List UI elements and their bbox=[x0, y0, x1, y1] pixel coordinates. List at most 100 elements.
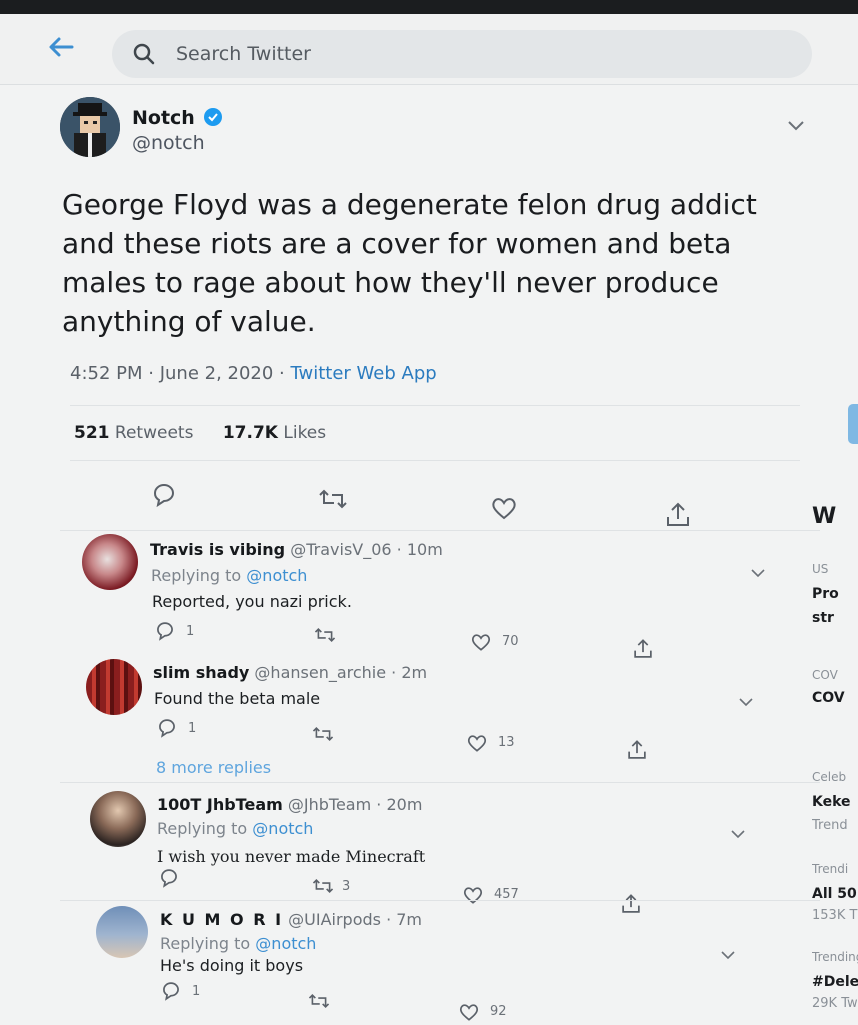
chevron-down-icon[interactable] bbox=[786, 119, 806, 133]
chevron-down-icon[interactable] bbox=[720, 950, 736, 960]
avatar[interactable] bbox=[96, 906, 148, 958]
trend-meta: Trend bbox=[812, 818, 848, 833]
reply-author: slim shady @hansen_archie · 2m bbox=[153, 663, 427, 682]
reply-count: 1 bbox=[186, 624, 195, 639]
author-name[interactable]: Notch bbox=[132, 107, 195, 129]
tweet-time[interactable]: 4:52 PM bbox=[70, 363, 143, 384]
trend-category: Trendi bbox=[812, 862, 849, 876]
replying-handle[interactable]: @notch bbox=[255, 934, 316, 953]
trend-title[interactable]: COV bbox=[812, 690, 845, 706]
header-bar: Search Twitter bbox=[0, 14, 858, 85]
retweet-icon[interactable] bbox=[308, 992, 330, 1010]
like-icon[interactable] bbox=[490, 495, 518, 521]
retweet-icon[interactable] bbox=[312, 877, 334, 895]
reply-author-name: Travis is vibing bbox=[150, 540, 286, 559]
trend-title[interactable]: str bbox=[812, 610, 834, 626]
tweet-source-app[interactable]: Twitter Web App bbox=[291, 363, 437, 384]
reply-count: 1 bbox=[188, 721, 197, 736]
reply-icon[interactable] bbox=[158, 867, 180, 889]
replying-label: Replying to bbox=[160, 934, 251, 953]
reply-author-name: 100T JhbTeam bbox=[157, 795, 283, 814]
avatar[interactable] bbox=[82, 534, 138, 590]
chevron-down-icon[interactable] bbox=[750, 568, 766, 578]
replying-handle[interactable]: @notch bbox=[246, 566, 307, 585]
top-bezel bbox=[0, 0, 858, 14]
like-count: 17.7K bbox=[222, 423, 278, 443]
share-icon[interactable] bbox=[626, 739, 648, 761]
author-handle[interactable]: @notch bbox=[132, 132, 223, 154]
reply-icon[interactable] bbox=[156, 717, 178, 739]
trends-sidebar: W US Pro str COV COV Celeb Keke Trend Tr… bbox=[812, 470, 858, 1025]
reply-meta: @JhbTeam · 20m bbox=[287, 795, 423, 814]
reply-icon[interactable] bbox=[154, 620, 176, 642]
tweet-date[interactable]: June 2, 2020 bbox=[160, 363, 274, 384]
retweet-icon[interactable] bbox=[312, 725, 334, 743]
replying-handle[interactable]: @notch bbox=[252, 819, 313, 838]
replying-to: Replying to @notch bbox=[160, 934, 316, 953]
chevron-down-icon[interactable] bbox=[730, 829, 746, 839]
divider bbox=[60, 530, 820, 531]
like-stat[interactable]: 17.7K Likes bbox=[223, 423, 326, 443]
retweet-stat[interactable]: 521 Retweets bbox=[74, 423, 193, 443]
trend-category: US bbox=[812, 562, 829, 576]
reply-text: He's doing it boys bbox=[160, 956, 304, 975]
like-label: Likes bbox=[283, 423, 327, 443]
replying-label: Replying to bbox=[151, 566, 242, 585]
reply-text: Found the beta male bbox=[154, 689, 321, 708]
meta-separator: · bbox=[273, 363, 291, 384]
like-count: 13 bbox=[498, 735, 515, 750]
reply-text: I wish you never made Minecraft bbox=[157, 847, 426, 866]
notch-avatar-icon bbox=[60, 97, 120, 157]
reply-author-name: slim shady bbox=[153, 663, 250, 682]
back-arrow-icon[interactable] bbox=[46, 34, 76, 60]
trend-category: Trending bbox=[812, 950, 858, 964]
trend-category: COV bbox=[812, 668, 838, 682]
trend-title[interactable]: Keke bbox=[812, 794, 851, 810]
share-icon[interactable] bbox=[620, 893, 642, 915]
sidebar-heading: W bbox=[812, 504, 837, 529]
tweet-meta: 4:52 PM · June 2, 2020 · Twitter Web App bbox=[70, 363, 437, 384]
like-icon[interactable] bbox=[458, 1002, 480, 1022]
avatar[interactable] bbox=[60, 97, 120, 157]
more-replies-link[interactable]: 8 more replies bbox=[156, 758, 271, 777]
like-icon[interactable] bbox=[466, 733, 488, 753]
retweet-icon[interactable] bbox=[318, 487, 348, 511]
reply-meta: @hansen_archie · 2m bbox=[254, 663, 428, 682]
avatar[interactable] bbox=[90, 791, 146, 847]
retweet-count: 521 bbox=[74, 423, 110, 443]
reply-meta: @UIAirpods · 7m bbox=[288, 910, 422, 929]
like-count: 92 bbox=[490, 1004, 507, 1019]
replying-to: Replying to @notch bbox=[157, 819, 313, 838]
replying-to: Replying to @notch bbox=[151, 566, 307, 585]
retweet-label: Retweets bbox=[114, 423, 194, 443]
retweet-count: 3 bbox=[342, 879, 351, 894]
like-count: 70 bbox=[502, 634, 519, 649]
reply-meta: @TravisV_06 · 10m bbox=[290, 540, 443, 559]
verified-badge-icon bbox=[203, 108, 222, 126]
share-icon[interactable] bbox=[664, 501, 692, 529]
author-block: Notch @notch bbox=[132, 107, 223, 154]
scroll-indicator bbox=[848, 404, 858, 444]
trend-title[interactable]: #Delet bbox=[812, 974, 858, 990]
retweet-icon[interactable] bbox=[314, 626, 336, 644]
like-icon[interactable] bbox=[462, 885, 484, 905]
share-icon[interactable] bbox=[632, 638, 654, 660]
reply-author: Travis is vibing @TravisV_06 · 10m bbox=[150, 540, 443, 559]
reply-icon[interactable] bbox=[150, 481, 178, 509]
trend-title[interactable]: All 50 bbox=[812, 886, 857, 902]
avatar[interactable] bbox=[86, 659, 142, 715]
like-icon[interactable] bbox=[470, 632, 492, 652]
divider bbox=[70, 460, 800, 461]
reply-author: K U M O R I @UIAirpods · 7m bbox=[160, 910, 422, 929]
trend-category: Celeb bbox=[812, 770, 847, 784]
divider bbox=[60, 900, 820, 901]
tweet-text: George Floyd was a degenerate felon drug… bbox=[62, 188, 757, 338]
chevron-down-icon[interactable] bbox=[738, 697, 754, 707]
divider bbox=[70, 405, 800, 406]
trend-title[interactable]: Pro bbox=[812, 586, 839, 602]
search-input[interactable]: Search Twitter bbox=[112, 30, 812, 78]
reply-text: Reported, you nazi prick. bbox=[152, 592, 352, 611]
reply-icon[interactable] bbox=[160, 980, 182, 1002]
divider bbox=[60, 782, 820, 783]
meta-separator: · bbox=[142, 363, 160, 384]
